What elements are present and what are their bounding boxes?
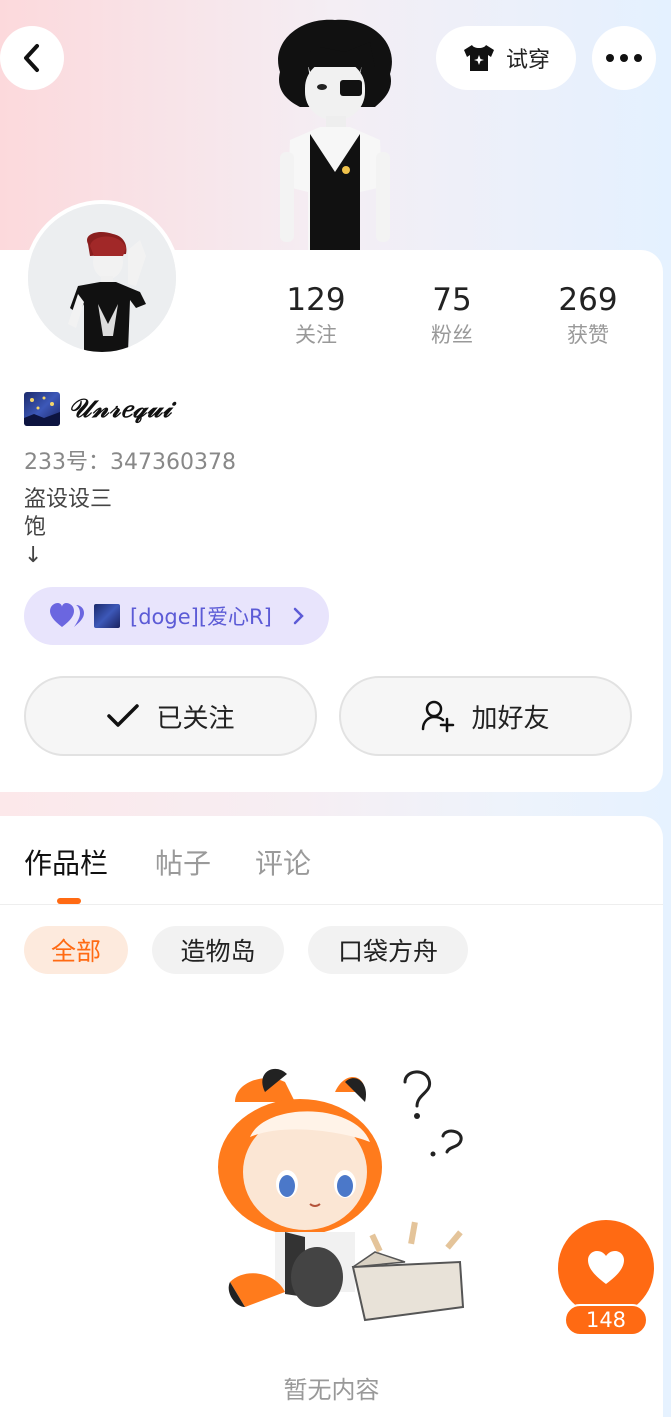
avatar-3d-figure[interactable] bbox=[260, 12, 410, 252]
follow-label: 已关注 bbox=[156, 703, 235, 734]
like-button[interactable] bbox=[558, 1220, 654, 1316]
nickname-row: 𝒰𝓃𝓇𝑒𝓆𝓊𝒾 bbox=[24, 392, 172, 426]
stat-likes[interactable]: 269 获赞 bbox=[533, 280, 643, 350]
checkmark-icon bbox=[107, 704, 140, 727]
badge-text: [doge][爱心R] bbox=[130, 605, 272, 629]
more-dots-icon bbox=[606, 54, 642, 62]
nickname: 𝒰𝓃𝓇𝑒𝓆𝓊𝒾 bbox=[68, 393, 173, 424]
status-badge[interactable]: [doge][爱心R] bbox=[24, 587, 329, 645]
tab-posts[interactable]: 帖子 bbox=[155, 842, 211, 882]
tab-divider bbox=[0, 904, 663, 905]
stat-followers[interactable]: 75 粉丝 bbox=[397, 280, 507, 350]
bio-line: 盗设设三 bbox=[24, 487, 113, 512]
user-id[interactable]: 233号：347360378 bbox=[24, 444, 236, 476]
starry-night-emoji-icon bbox=[24, 392, 60, 426]
bio-line: 饱 bbox=[24, 515, 47, 540]
filter-all[interactable]: 全部 bbox=[24, 926, 128, 974]
add-user-icon bbox=[422, 700, 455, 733]
tryon-button[interactable]: 试穿 bbox=[436, 26, 576, 90]
tshirt-sparkle-icon bbox=[463, 45, 494, 71]
more-button[interactable] bbox=[592, 26, 656, 90]
heart-icon bbox=[588, 1251, 624, 1284]
add-friend-button[interactable]: 加好友 bbox=[339, 676, 632, 756]
tryon-label: 试穿 bbox=[505, 48, 550, 73]
back-button[interactable] bbox=[0, 26, 64, 90]
filter-pocket-ark[interactable]: 口袋方舟 bbox=[308, 926, 468, 974]
starry-night-emoji-icon bbox=[94, 604, 120, 628]
chevron-left-icon bbox=[24, 44, 39, 72]
bio-line: ↓ bbox=[24, 543, 43, 568]
stat-following-label: 关注 bbox=[295, 323, 337, 347]
stat-followers-value: 75 bbox=[432, 282, 472, 318]
stat-likes-value: 269 bbox=[558, 282, 618, 318]
like-count: 148 bbox=[564, 1304, 648, 1336]
follow-button[interactable]: 已关注 bbox=[24, 676, 317, 756]
filter-creation-island[interactable]: 造物岛 bbox=[152, 926, 284, 974]
double-heart-icon bbox=[50, 603, 84, 627]
tab-comments[interactable]: 评论 bbox=[255, 842, 311, 882]
avatar-image bbox=[28, 204, 176, 352]
bio: 盗设设三 饱 ↓ bbox=[24, 486, 112, 570]
stat-following[interactable]: 129 关注 bbox=[261, 280, 371, 350]
stat-following-value: 129 bbox=[286, 282, 346, 318]
add-friend-label: 加好友 bbox=[471, 703, 550, 734]
empty-state-illustration bbox=[218, 1068, 465, 1322]
avatar[interactable] bbox=[24, 200, 180, 356]
tab-works[interactable]: 作品栏 bbox=[24, 842, 108, 882]
empty-state-text: 暂无内容 bbox=[283, 1376, 380, 1404]
stat-followers-label: 粉丝 bbox=[431, 323, 473, 347]
stat-likes-label: 获赞 bbox=[567, 323, 609, 347]
chevron-right-icon bbox=[293, 607, 304, 625]
